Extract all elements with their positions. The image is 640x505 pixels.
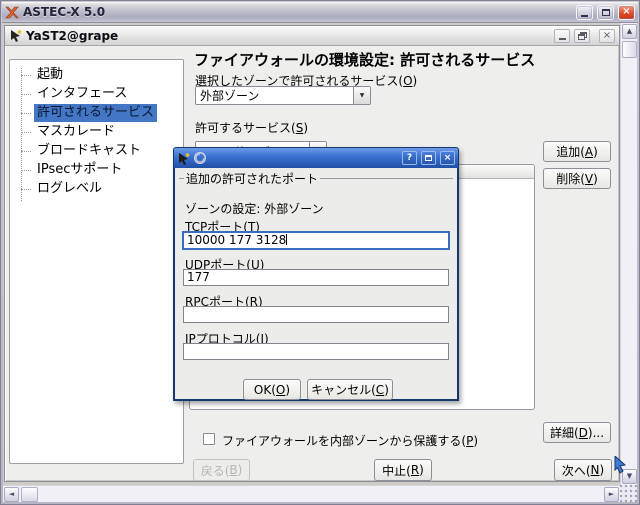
- resize-grip[interactable]: [620, 485, 637, 502]
- scroll-right-button[interactable]: ►: [604, 487, 619, 502]
- yast2-restore-button[interactable]: [574, 29, 590, 43]
- vertical-scrollbar-thumb[interactable]: [622, 41, 637, 58]
- horizontal-scrollbar-thumb[interactable]: [21, 487, 38, 502]
- cursor-tool-icon: [177, 152, 190, 165]
- yast2-window-title: YaST2@grape: [26, 29, 550, 43]
- udp-ports-input[interactable]: 177: [183, 269, 449, 286]
- close-icon: ×: [603, 31, 611, 41]
- dialog-help-button[interactable]: ?: [402, 151, 417, 165]
- minimize-icon: [581, 15, 588, 17]
- ip-protocols-input[interactable]: [183, 343, 449, 360]
- sidebar-item-allowed-services[interactable]: 許可されるサービス: [10, 104, 183, 123]
- yast2-minimize-button[interactable]: [554, 29, 570, 43]
- services-combo-label: 許可するサービス(S): [195, 119, 308, 136]
- astec-x-logo-icon: [5, 6, 19, 19]
- minimize-button[interactable]: [576, 5, 593, 20]
- dialog-close-button[interactable]: ×: [440, 151, 455, 165]
- restore-icon: [578, 32, 587, 40]
- scroll-left-icon: ◄: [9, 491, 14, 498]
- ports-groupbox-title: 追加の許可されたポート: [186, 170, 318, 187]
- delete-button[interactable]: 削除(V): [543, 168, 611, 189]
- horizontal-scrollbar[interactable]: ◄ ►: [3, 485, 620, 502]
- text-caret: [286, 234, 287, 245]
- cancel-button[interactable]: キャンセル(C): [307, 379, 393, 400]
- protect-internal-checkbox[interactable]: [203, 433, 215, 445]
- back-button[interactable]: 戻る(B): [193, 459, 250, 481]
- scroll-up-icon: ▲: [627, 28, 632, 35]
- yast2-titlebar[interactable]: YaST2@grape ×: [5, 26, 619, 46]
- maximize-button[interactable]: [597, 5, 614, 20]
- page-title: ファイアウォールの環境設定: 許可されるサービス: [194, 49, 535, 70]
- additional-ports-dialog: ? × 追加の許可されたポート ゾーンの設定: 外部ゾーン TCPポート(T) …: [173, 147, 459, 401]
- details-button[interactable]: 詳細(D)...: [543, 422, 611, 443]
- maximize-icon: [425, 155, 432, 161]
- sidebar-item-masquerade[interactable]: マスカレード: [10, 123, 183, 142]
- tcp-ports-input[interactable]: 10000 177 3128: [182, 231, 450, 250]
- rpc-ports-input[interactable]: [183, 306, 449, 323]
- protect-internal-checkbox-label[interactable]: ファイアウォールを内部ゾーンから保護する(P): [222, 432, 478, 449]
- sidebar-item-interfaces[interactable]: インタフェース: [10, 85, 183, 104]
- scroll-left-button[interactable]: ◄: [4, 487, 19, 502]
- next-button[interactable]: 次へ(N): [554, 459, 612, 481]
- sidebar-item-ipsec[interactable]: IPsecサポート: [10, 161, 183, 180]
- ok-button[interactable]: OK(O): [243, 379, 301, 400]
- add-button[interactable]: 追加(A): [543, 141, 611, 162]
- sidebar-item-broadcast[interactable]: ブロードキャスト: [10, 142, 183, 161]
- vertical-scrollbar[interactable]: ▲ ▼: [620, 23, 637, 485]
- sidebar-item-loglevel[interactable]: ログレベル: [10, 180, 183, 199]
- yast2-app-icon: [9, 29, 22, 42]
- astec-x-window: ASTEC-X 5.0 × YaST2@grape × 起動 インタフェース 許…: [0, 0, 640, 505]
- zone-combobox-value: 外部ゾーン: [200, 87, 259, 104]
- astec-titlebar[interactable]: ASTEC-X 5.0 ×: [2, 2, 638, 23]
- minimize-icon: [559, 38, 566, 40]
- sidebar-item-startup[interactable]: 起動: [10, 66, 183, 85]
- mouse-cursor-icon: [613, 456, 627, 474]
- abort-button[interactable]: 中止(R): [374, 459, 432, 481]
- ports-groupbox-header: 追加の許可されたポート: [179, 171, 453, 186]
- dialog-titlebar[interactable]: ? ×: [174, 148, 458, 168]
- scroll-down-icon: ▼: [627, 473, 632, 480]
- close-icon: ×: [444, 153, 452, 163]
- sidebar-tree: 起動 インタフェース 許可されるサービス マスカレード ブロードキャスト IPs…: [9, 59, 184, 464]
- dialog-maximize-button[interactable]: [421, 151, 436, 165]
- scroll-up-button[interactable]: ▲: [622, 24, 637, 39]
- dialog-body: 追加の許可されたポート ゾーンの設定: 外部ゾーン TCPポート(T) 1000…: [175, 169, 457, 399]
- help-icon: ?: [407, 153, 412, 163]
- maximize-icon: [602, 9, 610, 16]
- zone-combobox[interactable]: 外部ゾーン ▼: [195, 86, 371, 105]
- yast2-close-button[interactable]: ×: [599, 29, 615, 43]
- close-button[interactable]: ×: [618, 5, 635, 20]
- astec-client-area: YaST2@grape × 起動 インタフェース 許可されるサービス マスカレー…: [3, 23, 637, 502]
- close-icon: ×: [622, 7, 630, 17]
- astec-window-title: ASTEC-X 5.0: [23, 5, 572, 19]
- zone-info-text: ゾーンの設定: 外部ゾーン: [185, 200, 324, 217]
- yast-swirl-icon: [193, 151, 207, 165]
- scroll-right-icon: ►: [609, 491, 614, 498]
- chevron-down-icon[interactable]: ▼: [353, 87, 370, 104]
